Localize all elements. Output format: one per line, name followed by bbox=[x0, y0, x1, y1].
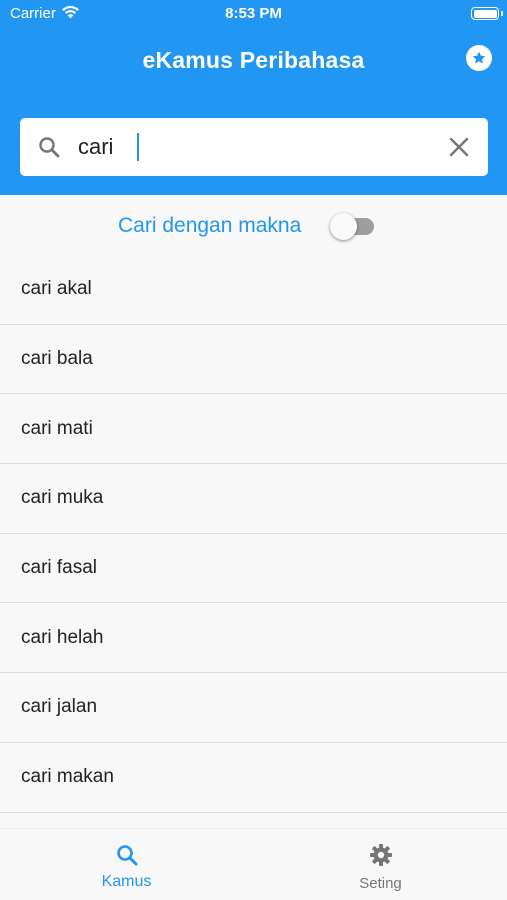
search-box bbox=[20, 118, 488, 176]
nav-item-kamus[interactable]: Kamus bbox=[0, 829, 253, 900]
battery-icon bbox=[471, 7, 503, 20]
toggle-thumb[interactable] bbox=[330, 213, 357, 240]
list-item[interactable]: cari helah bbox=[0, 603, 507, 674]
list-item[interactable]: cari muka bbox=[0, 464, 507, 534]
meaning-search-toggle-row: Cari dengan makna bbox=[0, 196, 507, 258]
list-item[interactable]: cari bala bbox=[0, 324, 507, 395]
list-item[interactable]: cari fasal bbox=[0, 533, 507, 604]
gear-icon bbox=[369, 843, 393, 867]
favorites-star-icon[interactable] bbox=[466, 45, 492, 71]
clear-icon[interactable] bbox=[448, 136, 470, 158]
search-icon bbox=[37, 135, 61, 164]
list-item[interactable]: cari akal bbox=[0, 255, 507, 325]
search-input[interactable] bbox=[78, 126, 438, 168]
status-time: 8:53 PM bbox=[225, 5, 282, 22]
app-bar: Carrier 8:53 PM eKamus Peribahasa bbox=[0, 0, 507, 195]
results-list: cari akal cari bala cari mati cari muka … bbox=[0, 255, 507, 813]
list-item[interactable]: cari jalan bbox=[0, 673, 507, 743]
list-item[interactable]: cari mati bbox=[0, 394, 507, 465]
bottom-nav: Kamus Seting bbox=[0, 828, 507, 900]
nav-label-seting: Seting bbox=[359, 875, 402, 892]
list-item[interactable]: cari makan bbox=[0, 742, 507, 813]
nav-item-seting[interactable]: Seting bbox=[254, 829, 507, 900]
page-title: eKamus Peribahasa bbox=[142, 47, 365, 73]
text-caret bbox=[137, 133, 139, 161]
screen: Carrier 8:53 PM eKamus Peribahasa cari C… bbox=[0, 0, 507, 900]
nav-label-kamus: Kamus bbox=[101, 873, 152, 890]
status-bar: Carrier 8:53 PM bbox=[0, 0, 507, 28]
toggle-label: Cari dengan makna bbox=[118, 214, 302, 237]
search-icon bbox=[115, 843, 139, 867]
title-row: eKamus Peribahasa bbox=[0, 28, 507, 94]
